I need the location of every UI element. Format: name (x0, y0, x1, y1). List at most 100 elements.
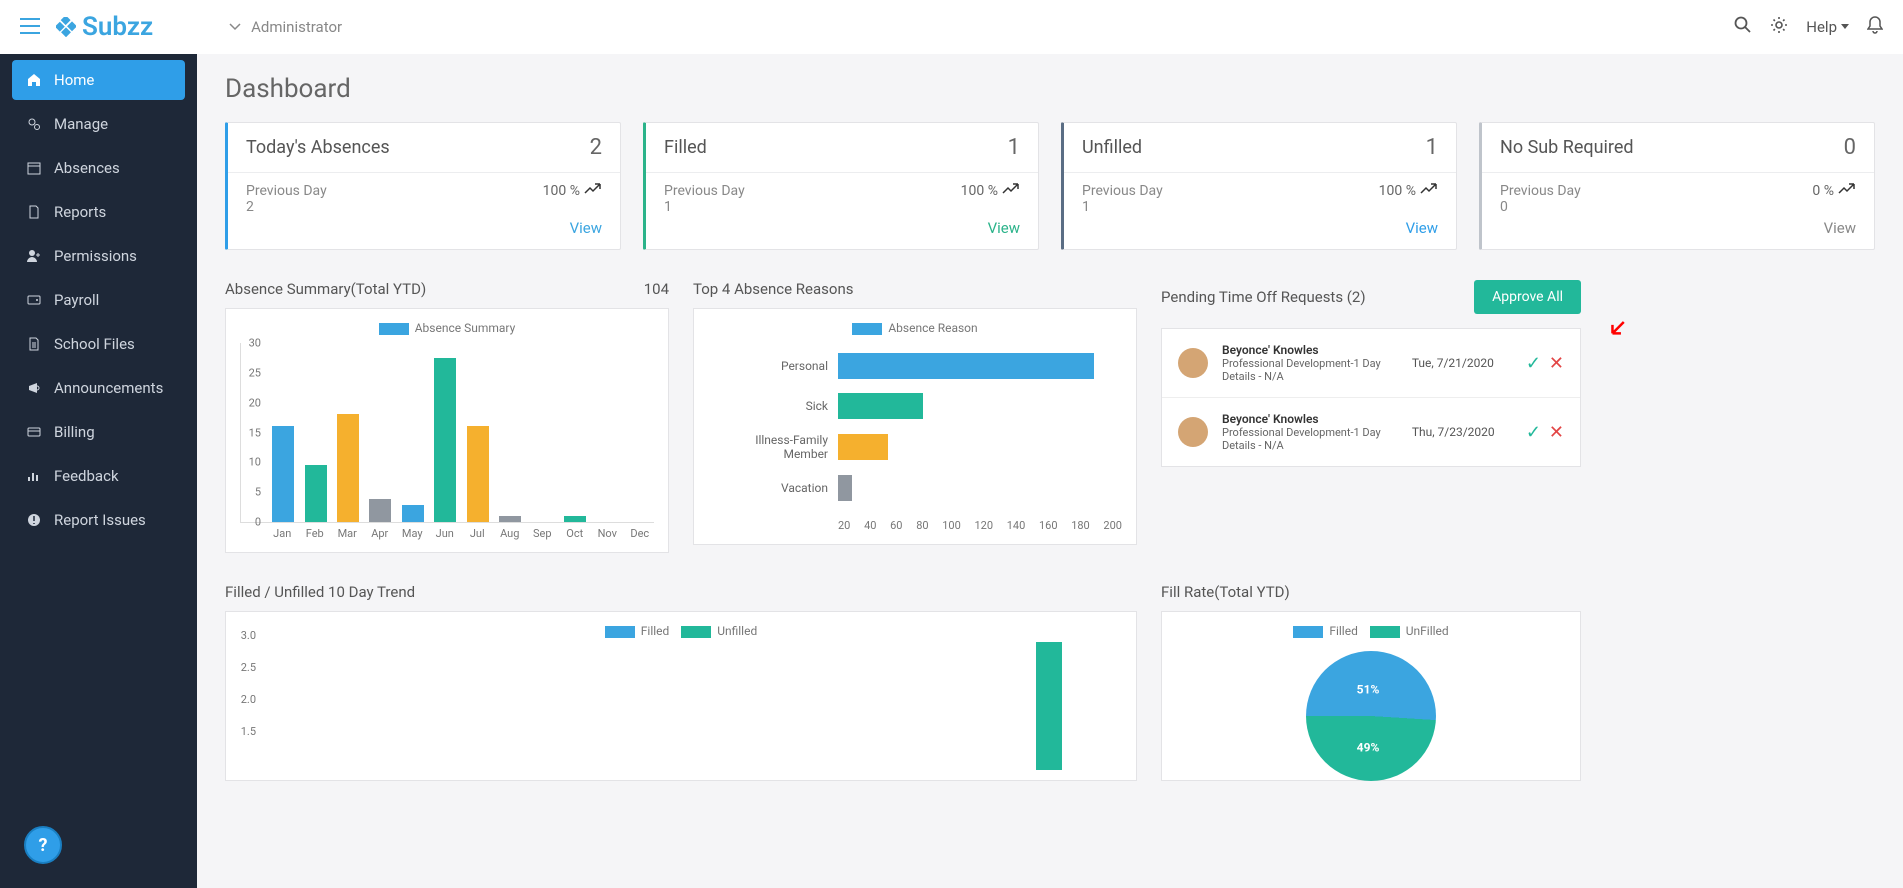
card-icon (26, 425, 42, 439)
stat-prev-value: 1 (1082, 199, 1163, 215)
sidebar-item-payroll[interactable]: Payroll (12, 280, 185, 320)
caret-down-icon (1841, 24, 1849, 30)
sidebar-item-label: Feedback (54, 467, 119, 485)
help-fab[interactable]: ? (24, 826, 62, 864)
fill-rate-title: Fill Rate(Total YTD) (1161, 583, 1290, 601)
stat-prev-label: Previous Day (664, 183, 745, 199)
sidebar-item-label: Manage (54, 115, 108, 133)
stat-view-link[interactable]: View (1500, 219, 1856, 237)
sidebar-item-reports[interactable]: Reports (12, 192, 185, 232)
file-icon (26, 337, 42, 351)
trend-up-icon (1420, 183, 1438, 199)
logo-mark-icon (56, 17, 76, 37)
search-icon[interactable] (1734, 16, 1752, 38)
document-icon (26, 205, 42, 219)
calendar-icon (26, 161, 42, 175)
sidebar-item-schoolfiles[interactable]: School Files (12, 324, 185, 364)
sidebar-item-permissions[interactable]: Permissions (12, 236, 185, 276)
settings-icon[interactable] (1770, 16, 1788, 38)
trend-up-icon (584, 183, 602, 199)
pie-unfilled-pct: 49% (1357, 741, 1380, 755)
stat-prev-label: Previous Day (1082, 183, 1163, 199)
chart-icon (26, 469, 42, 483)
stat-title: Today's Absences (246, 137, 390, 158)
top-reasons-chart: Absence Reason PersonalSickIllness-Famil… (693, 308, 1137, 545)
trend-section: Filled / Unfilled 10 Day Trend Filled Un… (225, 583, 1137, 781)
pending-requests-section: Pending Time Off Requests (2) Approve Al… (1161, 280, 1581, 553)
stat-view-link[interactable]: View (664, 219, 1020, 237)
topbar: Subzz Administrator Help (0, 0, 1903, 54)
sidebar-item-announcements[interactable]: Announcements (12, 368, 185, 408)
fill-rate-chart: Filled UnFilled 51% 49% (1161, 611, 1581, 781)
request-item: Beyonce' Knowles Professional Developmen… (1162, 398, 1580, 466)
sidebar-item-manage[interactable]: Manage (12, 104, 185, 144)
pending-title: Pending Time Off Requests (2) (1161, 288, 1366, 306)
stat-count: 2 (590, 135, 602, 160)
stat-view-link[interactable]: View (1082, 219, 1438, 237)
request-desc: Professional Development-1 Day (1222, 426, 1398, 439)
wallet-icon (26, 293, 42, 307)
trend-title: Filled / Unfilled 10 Day Trend (225, 583, 415, 601)
reject-icon[interactable]: ✕ (1549, 422, 1564, 443)
trend-up-icon (1838, 183, 1856, 199)
top-reasons-section: Top 4 Absence Reasons Absence Reason Per… (693, 280, 1137, 553)
sidebar-item-absences[interactable]: Absences (12, 148, 185, 188)
top-reasons-title: Top 4 Absence Reasons (693, 280, 853, 298)
stat-count: 1 (1008, 135, 1020, 160)
logo[interactable]: Subzz (56, 12, 153, 42)
request-name: Beyonce' Knowles (1222, 343, 1398, 357)
absence-summary-title: Absence Summary(Total YTD) (225, 280, 426, 298)
sidebar-item-label: Absences (54, 159, 120, 177)
request-date: Tue, 7/21/2020 (1412, 356, 1512, 370)
request-list: Beyonce' Knowles Professional Developmen… (1161, 328, 1581, 467)
stat-title: Filled (664, 137, 707, 158)
stat-card-todays-absences: Today's Absences 2 Previous Day 2 100 % … (225, 122, 621, 250)
role-label: Administrator (251, 18, 342, 36)
request-details: Details - N/A (1222, 439, 1398, 452)
sidebar-item-label: School Files (54, 335, 135, 353)
fill-rate-section: Fill Rate(Total YTD) Filled UnFilled 51%… (1161, 583, 1581, 781)
megaphone-icon (26, 381, 42, 395)
legend-filled: Filled (641, 624, 670, 638)
stat-card-unfilled: Unfilled 1 Previous Day 1 100 % View (1061, 122, 1457, 250)
legend-label: Absence Summary (415, 321, 516, 335)
role-dropdown[interactable]: Administrator (229, 18, 342, 36)
stat-prev-label: Previous Day (1500, 183, 1581, 199)
approve-icon[interactable]: ✓ (1526, 422, 1541, 443)
stat-prev-value: 2 (246, 199, 327, 215)
trend-up-icon (1002, 183, 1020, 199)
request-date: Thu, 7/23/2020 (1412, 425, 1512, 439)
bell-icon[interactable] (1867, 16, 1883, 38)
sidebar-item-reportissues[interactable]: Report Issues (12, 500, 185, 540)
absence-summary-section: Absence Summary(Total YTD) 104 Absence S… (225, 280, 669, 553)
stat-view-link[interactable]: View (246, 219, 602, 237)
annotation-arrow-icon (1593, 304, 1638, 349)
menu-icon[interactable] (20, 15, 40, 40)
approve-icon[interactable]: ✓ (1526, 353, 1541, 374)
legend-filled: Filled (1329, 624, 1358, 638)
user-plus-icon (26, 249, 42, 263)
reject-icon[interactable]: ✕ (1549, 353, 1564, 374)
sidebar-item-billing[interactable]: Billing (12, 412, 185, 452)
stat-title: No Sub Required (1500, 137, 1634, 158)
help-dropdown[interactable]: Help (1806, 18, 1849, 36)
sidebar-item-label: Home (54, 71, 94, 89)
sidebar-item-home[interactable]: Home (12, 60, 185, 100)
help-label: Help (1806, 18, 1837, 36)
sidebar-item-label: Report Issues (54, 511, 146, 529)
stat-count: 1 (1426, 135, 1438, 160)
legend-unfilled: UnFilled (1406, 624, 1449, 638)
request-item: Beyonce' Knowles Professional Developmen… (1162, 329, 1580, 398)
stat-pct: 0 % (1812, 183, 1834, 199)
avatar (1178, 348, 1208, 378)
alert-icon (26, 513, 42, 527)
legend-unfilled: Unfilled (717, 624, 757, 638)
sidebar-item-label: Payroll (54, 291, 99, 309)
pie-chart: 51% 49% (1306, 651, 1436, 781)
approve-all-button[interactable]: Approve All (1474, 280, 1581, 314)
sidebar-item-label: Billing (54, 423, 95, 441)
trend-chart: Filled Unfilled 1.52.02.53.0 (225, 611, 1137, 781)
sidebar-item-label: Announcements (54, 379, 163, 397)
sidebar-item-feedback[interactable]: Feedback (12, 456, 185, 496)
stat-prev-value: 0 (1500, 199, 1581, 215)
